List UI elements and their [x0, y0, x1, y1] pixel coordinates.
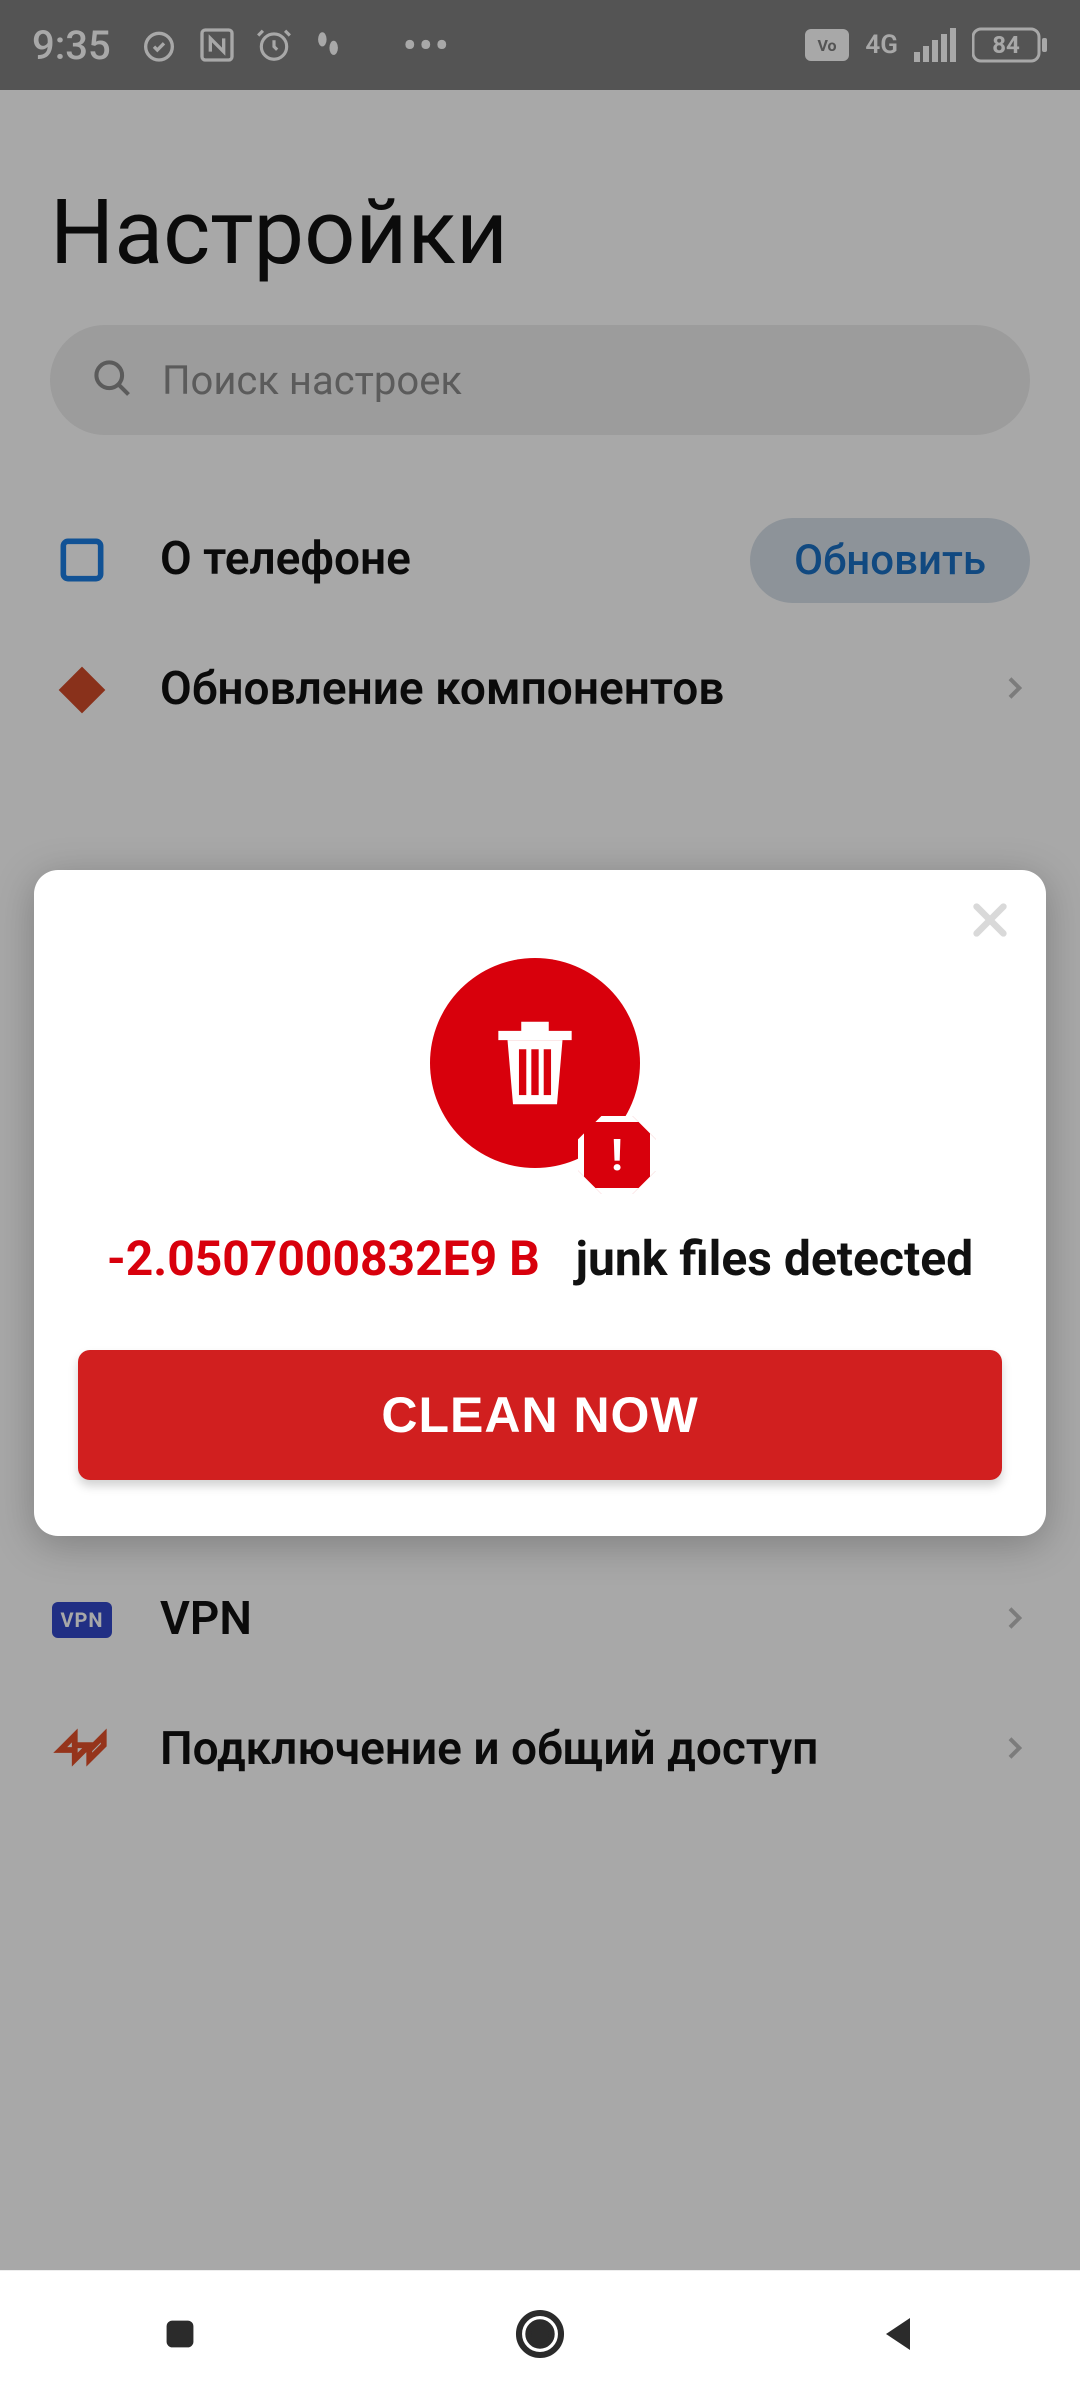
junk-files-dialog: ! -2.0507000832E9 B junk files detected …: [34, 870, 1046, 1536]
settings-screen: Настройки Поиск настроек О телефоне Обно…: [0, 90, 1080, 2270]
back-icon: [876, 2310, 924, 2362]
junk-detected-text: junk files detected: [576, 1230, 974, 1287]
home-icon: [512, 2306, 568, 2366]
dialog-message: -2.0507000832E9 B junk files detected: [78, 1228, 1002, 1290]
clean-now-button[interactable]: CLEAN NOW: [78, 1350, 1002, 1480]
recents-icon: [157, 2311, 203, 2361]
dialog-close-button[interactable]: [960, 892, 1020, 952]
nav-recents-button[interactable]: [80, 2271, 280, 2400]
junk-size-value: -2.0507000832E9 B: [107, 1230, 540, 1287]
system-nav-bar: [0, 2270, 1080, 2400]
nav-home-button[interactable]: [440, 2271, 640, 2400]
nav-back-button[interactable]: [800, 2271, 1000, 2400]
junk-trash-icon: !: [430, 958, 650, 1188]
close-icon: [967, 897, 1013, 947]
